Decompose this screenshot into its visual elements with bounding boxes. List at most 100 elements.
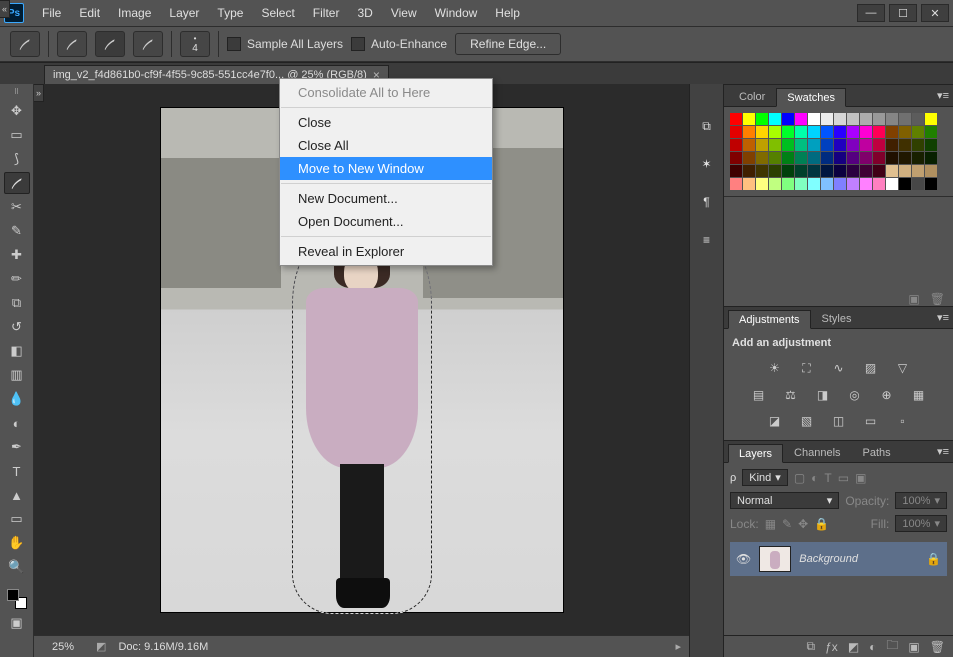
swatch[interactable] xyxy=(847,113,859,125)
menu-item-open-document[interactable]: Open Document... xyxy=(280,210,492,233)
swatch[interactable] xyxy=(860,165,872,177)
hand-tool[interactable]: ✋ xyxy=(4,532,30,554)
swatch[interactable] xyxy=(730,126,742,138)
threshold-icon[interactable]: ◫ xyxy=(830,414,848,428)
close-button[interactable]: ✕ xyxy=(921,4,949,22)
fill-input[interactable]: 100%▾ xyxy=(895,515,947,532)
lasso-tool[interactable]: ⟆ xyxy=(4,148,30,170)
swatch[interactable] xyxy=(743,113,755,125)
swatch[interactable] xyxy=(756,165,768,177)
swatch[interactable] xyxy=(808,139,820,151)
gradient-map-icon[interactable]: ▭ xyxy=(862,414,880,428)
menu-image[interactable]: Image xyxy=(110,2,159,24)
subtract-selection-mode[interactable] xyxy=(133,31,163,57)
swatch[interactable] xyxy=(795,113,807,125)
filter-pixel-icon[interactable]: ▢ xyxy=(794,471,805,485)
brush-tool[interactable]: ✏ xyxy=(4,268,30,290)
blend-mode-dropdown[interactable]: Normal▾ xyxy=(730,492,839,509)
link-layers-icon[interactable]: ⧉ xyxy=(807,639,816,654)
blur-tool[interactable]: 💧 xyxy=(4,388,30,410)
brightness-contrast-icon[interactable]: ☀ xyxy=(766,361,784,376)
swatch[interactable] xyxy=(795,152,807,164)
filter-adjust-icon[interactable]: ◐ xyxy=(811,471,818,485)
exposure-icon[interactable]: ▨ xyxy=(862,361,880,376)
swatch[interactable] xyxy=(873,165,885,177)
maximize-button[interactable]: ☐ xyxy=(889,4,917,22)
swatch[interactable] xyxy=(834,139,846,151)
swatches-tab[interactable]: Swatches xyxy=(776,88,846,107)
swatch[interactable] xyxy=(743,139,755,151)
swatch[interactable] xyxy=(912,126,924,138)
swatch[interactable] xyxy=(795,178,807,190)
delete-swatch-icon[interactable]: 🗑 xyxy=(930,292,945,306)
adjustments-tab[interactable]: Adjustments xyxy=(728,310,811,329)
swatch[interactable] xyxy=(730,139,742,151)
chevron-right-icon[interactable]: ▸ xyxy=(675,640,681,653)
swatch[interactable] xyxy=(860,152,872,164)
sample-all-layers-checkbox[interactable]: Sample All Layers xyxy=(227,37,343,51)
quick-mask-toggle[interactable]: ▣ xyxy=(4,612,30,634)
opacity-input[interactable]: 100%▾ xyxy=(895,492,947,509)
swatch[interactable] xyxy=(769,113,781,125)
character-panel-icon[interactable]: ¶ xyxy=(695,190,719,214)
hue-saturation-icon[interactable]: ▤ xyxy=(750,388,768,402)
menu-filter[interactable]: Filter xyxy=(305,2,348,24)
swatch[interactable] xyxy=(769,139,781,151)
healing-brush-tool[interactable]: ✚ xyxy=(4,244,30,266)
clone-stamp-tool[interactable]: ⧉ xyxy=(4,292,30,314)
filter-type-icon[interactable]: T xyxy=(824,471,831,485)
minimize-button[interactable]: — xyxy=(857,4,885,22)
shape-tool[interactable]: ▭ xyxy=(4,508,30,530)
move-tool[interactable]: ✥ xyxy=(4,100,30,122)
brush-presets-icon[interactable]: ✶ xyxy=(695,152,719,176)
swatch[interactable] xyxy=(730,178,742,190)
swatch[interactable] xyxy=(769,126,781,138)
swatch[interactable] xyxy=(873,126,885,138)
swatch[interactable] xyxy=(782,178,794,190)
dodge-tool[interactable]: ◐ xyxy=(4,412,30,434)
swatch[interactable] xyxy=(873,152,885,164)
swatch[interactable] xyxy=(834,178,846,190)
swatch[interactable] xyxy=(834,165,846,177)
swatch[interactable] xyxy=(834,152,846,164)
menu-file[interactable]: File xyxy=(34,2,69,24)
new-layer-icon[interactable]: ▣ xyxy=(908,640,919,654)
lock-position-icon[interactable]: ✥ xyxy=(798,517,808,531)
swatch[interactable] xyxy=(847,165,859,177)
swatch[interactable] xyxy=(769,178,781,190)
menu-item-close[interactable]: Close xyxy=(280,111,492,134)
channel-mixer-icon[interactable]: ⊕ xyxy=(878,388,896,402)
swatch[interactable] xyxy=(821,165,833,177)
swatch[interactable] xyxy=(899,178,911,190)
swatch[interactable] xyxy=(795,165,807,177)
swatch[interactable] xyxy=(899,126,911,138)
paths-tab[interactable]: Paths xyxy=(852,443,902,462)
paragraph-panel-icon[interactable]: ≡ xyxy=(695,228,719,252)
eraser-tool[interactable]: ◧ xyxy=(4,340,30,362)
swatch[interactable] xyxy=(912,178,924,190)
swatch[interactable] xyxy=(756,178,768,190)
layer-row[interactable]: 👁 Background 🔒 xyxy=(730,542,947,576)
swatch[interactable] xyxy=(795,139,807,151)
menu-help[interactable]: Help xyxy=(487,2,528,24)
swatch[interactable] xyxy=(808,152,820,164)
new-selection-mode[interactable] xyxy=(57,31,87,57)
delete-layer-icon[interactable]: 🗑 xyxy=(930,640,945,654)
swatch[interactable] xyxy=(782,152,794,164)
panel-menu-icon[interactable]: ▾≡ xyxy=(937,311,949,324)
curves-icon[interactable]: ∿ xyxy=(830,361,848,376)
swatch[interactable] xyxy=(743,165,755,177)
swatch[interactable] xyxy=(886,178,898,190)
history-panel-icon[interactable]: ⧉ xyxy=(695,114,719,138)
new-swatch-icon[interactable]: ▣ xyxy=(908,292,919,306)
swatch[interactable] xyxy=(899,165,911,177)
swatch[interactable] xyxy=(886,152,898,164)
menu-3d[interactable]: 3D xyxy=(349,2,380,24)
swatch[interactable] xyxy=(925,113,937,125)
new-group-icon[interactable]: 🗀 xyxy=(886,636,898,657)
eyedropper-tool[interactable]: ✎ xyxy=(4,220,30,242)
swatch[interactable] xyxy=(743,152,755,164)
swatch[interactable] xyxy=(756,139,768,151)
menu-type[interactable]: Type xyxy=(209,2,251,24)
swatch[interactable] xyxy=(860,139,872,151)
